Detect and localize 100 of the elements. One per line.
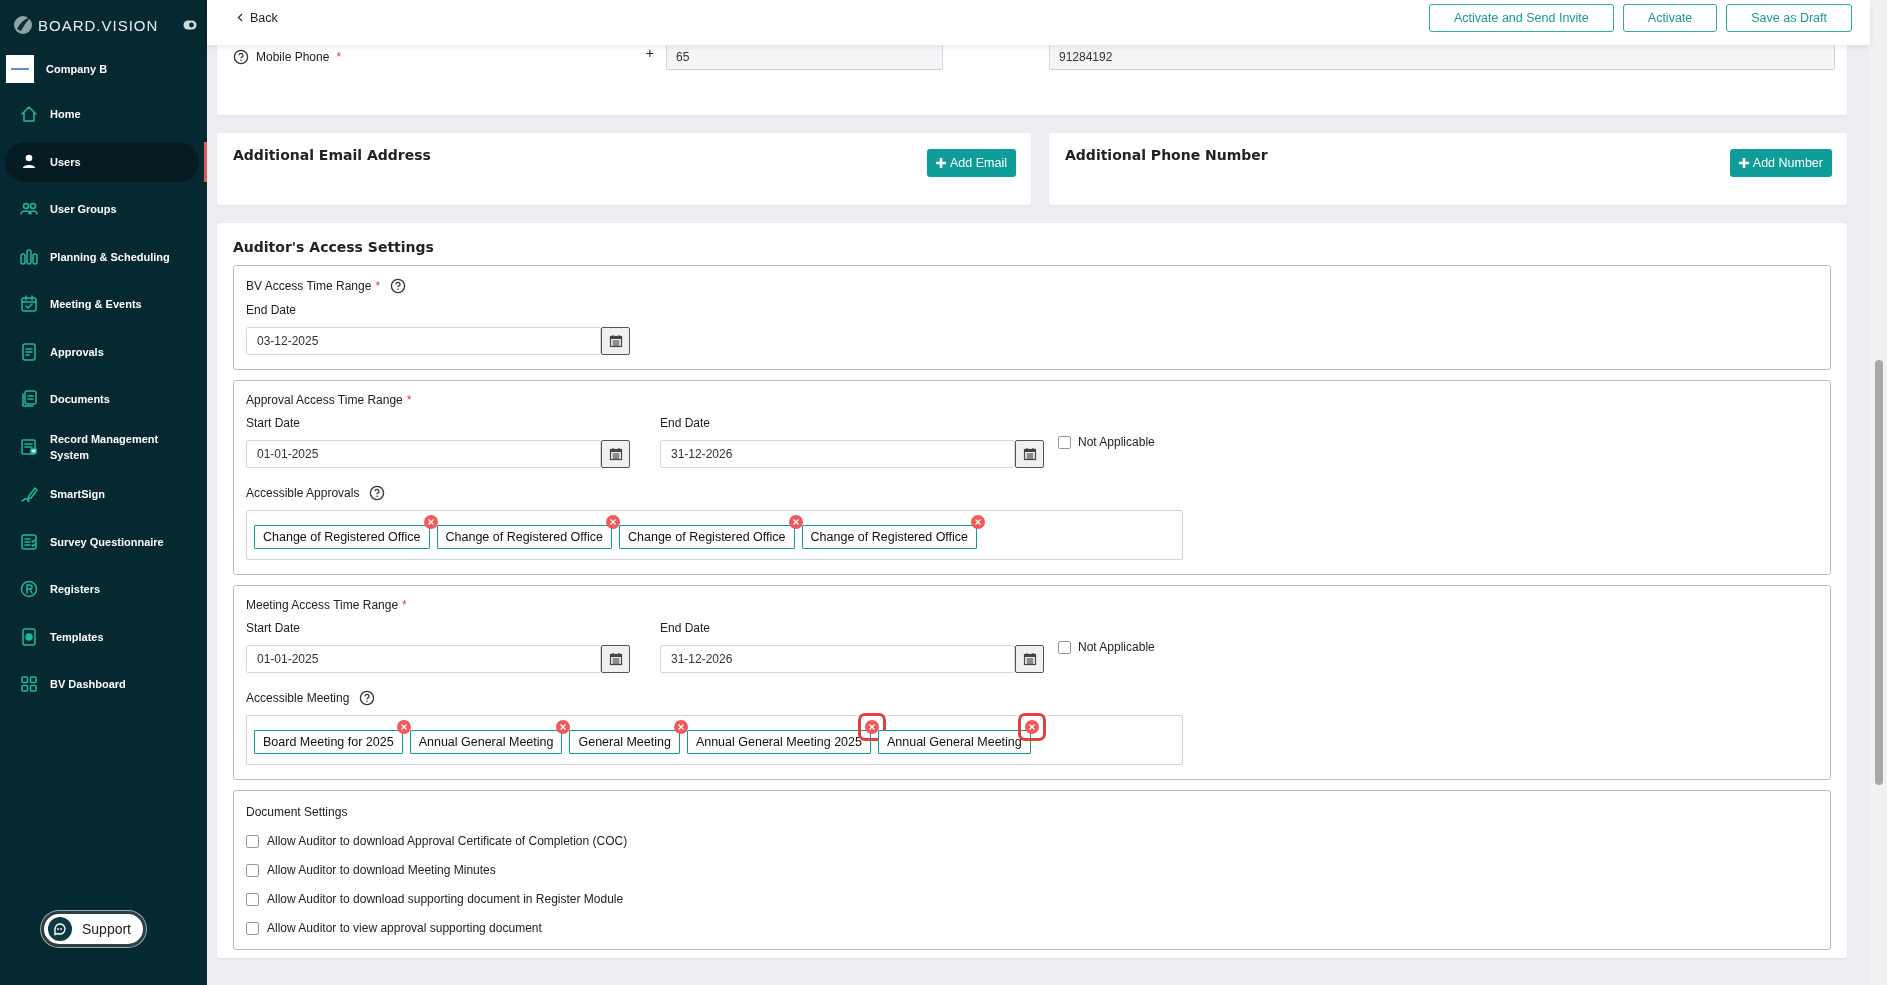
tag-input[interactable]: Change of Registered Office Change of Registered Office Change of Registered Office Change of Registered Office (246, 510, 1183, 560)
plus-sign: + (645, 45, 654, 61)
section-label: Accessible Meeting (246, 691, 350, 705)
calendar-icon[interactable] (601, 327, 630, 355)
checkbox[interactable] (246, 921, 259, 935)
checkbox-option[interactable]: Allow Auditor to download Approval Certificate of Completion (COC) (246, 834, 1818, 848)
help-icon (390, 278, 407, 294)
tag: Annual General Meeting (409, 730, 563, 754)
date-field[interactable]: 01-01-2025 (246, 440, 601, 468)
back-button[interactable]: Back (237, 10, 278, 25)
nav-item[interactable]: Record Management System (5, 426, 198, 467)
nav-icon (19, 104, 39, 124)
nav-item[interactable]: Templates (5, 616, 198, 657)
field-label: End Date (660, 621, 712, 635)
scrollbar[interactable] (1870, 0, 1887, 985)
action-button[interactable]: Activate (1622, 3, 1718, 32)
nav-icon (19, 294, 39, 314)
checkbox[interactable] (246, 834, 259, 848)
chevron-left-icon (237, 13, 243, 22)
brand-name: BOARD.VISION (38, 16, 160, 34)
section-label: Accessible Approvals (246, 486, 360, 500)
checkbox-option[interactable]: Not Applicable (1058, 640, 1155, 654)
remove-icon[interactable] (396, 720, 411, 734)
help-icon (359, 690, 376, 706)
nav-icon (19, 626, 39, 647)
tag-input[interactable]: Board Meeting for 2025 Annual General Meeting General Meeting Annual General Meeting 2025 Annual General Meeting (246, 715, 1183, 765)
remove-icon[interactable] (1024, 720, 1039, 734)
chat-icon (47, 917, 72, 941)
checkbox-option[interactable]: Allow Auditor to download supporting document in Register Module (246, 892, 1818, 906)
nav-icon (19, 389, 39, 409)
nav-item[interactable]: Survey Questionnaire (5, 521, 198, 562)
nav-item[interactable]: Planning & Scheduling (5, 236, 198, 277)
checkbox-option[interactable]: Not Applicable (1058, 435, 1155, 449)
calendar-icon[interactable] (601, 645, 630, 673)
remove-icon[interactable] (788, 515, 803, 529)
checkbox[interactable] (246, 892, 259, 906)
card-title: Additional Email Address (233, 147, 431, 163)
remove-icon[interactable] (423, 515, 438, 529)
plus-icon (936, 158, 946, 168)
date-field[interactable]: 01-01-2025 (246, 645, 601, 673)
logo-icon (12, 14, 34, 36)
nav-icon (19, 579, 39, 599)
nav-item[interactable]: Documents (5, 379, 198, 419)
nav-item[interactable]: Users (5, 141, 198, 182)
calendar-icon[interactable] (1015, 645, 1044, 673)
help-icon (369, 485, 386, 501)
nav-item[interactable]: User Groups (5, 189, 198, 229)
remove-icon[interactable] (864, 720, 879, 734)
card-title: Auditor's Access Settings (233, 239, 435, 255)
checkbox-option[interactable]: Allow Auditor to view approval supporting document (246, 921, 1818, 935)
nav-item[interactable]: Registers (5, 569, 198, 609)
remove-icon[interactable] (556, 720, 571, 734)
tag: Change of Registered Office (619, 525, 795, 549)
country-code-field[interactable]: 65 (666, 45, 943, 70)
action-button[interactable]: Save as Draft (1726, 3, 1852, 32)
card-title: Additional Phone Number (1065, 147, 1268, 163)
field-label: Start Date (246, 416, 302, 430)
section-label: Document Settings (246, 805, 349, 819)
section-label: Meeting Access Time Range (246, 598, 399, 612)
field-label: End Date (660, 416, 712, 430)
checkbox[interactable] (1058, 435, 1071, 449)
checkbox-option[interactable]: Allow Auditor to download Meeting Minutes (246, 863, 1818, 877)
nav-icon (19, 436, 39, 457)
required-mark: * (375, 279, 381, 293)
nav-icon (19, 246, 39, 267)
nav-item[interactable]: BV Dashboard (5, 664, 198, 704)
active-indicator (204, 141, 207, 182)
field-label: Mobile Phone (256, 50, 330, 64)
tag: Change of Registered Office (254, 525, 430, 549)
checkbox[interactable] (1058, 640, 1071, 654)
nav-item[interactable]: Meeting & Events (5, 284, 198, 324)
nav-icon (19, 674, 39, 694)
calendar-icon[interactable] (601, 440, 630, 468)
checkbox[interactable] (246, 863, 259, 877)
support-button[interactable]: Support (40, 911, 146, 947)
section-label: Approval Access Time Range (246, 393, 403, 407)
nav-icon (19, 531, 39, 552)
action-button[interactable]: Activate and Send Invite (1429, 3, 1614, 32)
tag: General Meeting (569, 730, 680, 754)
help-icon (233, 49, 249, 65)
date-field[interactable]: 03-12-2025 (246, 327, 601, 355)
tag: Annual General Meeting 2025 (686, 730, 871, 754)
remove-icon[interactable] (606, 515, 621, 529)
section-label: BV Access Time Range (246, 279, 372, 293)
date-field[interactable]: 31-12-2026 (660, 440, 1015, 468)
nav-item[interactable]: Approvals (5, 331, 198, 372)
tag: Change of Registered Office (801, 525, 978, 549)
required-mark: * (336, 50, 342, 64)
nav-item[interactable]: SmartSign (5, 474, 198, 514)
field-label: Start Date (246, 621, 302, 635)
remove-icon[interactable] (673, 720, 688, 734)
remove-icon[interactable] (971, 515, 986, 529)
date-field[interactable]: 31-12-2026 (660, 645, 1015, 673)
company-name: Company B (46, 63, 108, 75)
nav-icon (19, 484, 39, 504)
calendar-icon[interactable] (1015, 440, 1044, 468)
tag: Board Meeting for 2025 (254, 730, 403, 754)
phone-field[interactable]: 91284192 (1049, 45, 1835, 70)
nav-item[interactable]: Home (5, 94, 198, 134)
eye-icon[interactable] (183, 20, 197, 30)
